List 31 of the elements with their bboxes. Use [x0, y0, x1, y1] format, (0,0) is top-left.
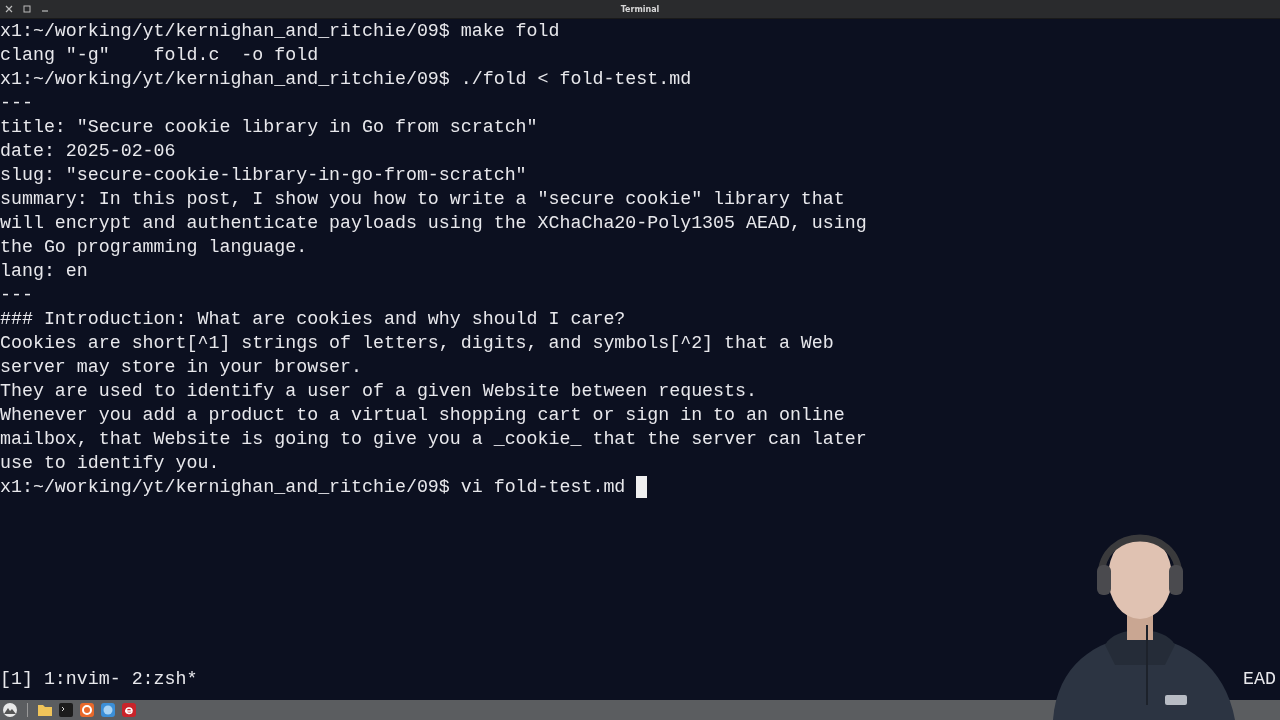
- terminal-line: lang: en: [0, 260, 88, 283]
- terminal-line: ---: [0, 92, 33, 115]
- window-title: Terminal: [619, 4, 661, 14]
- terminal-line: slug: "secure-cookie-library-in-go-from-scratch": [0, 164, 527, 187]
- terminal-icon[interactable]: [58, 702, 74, 718]
- close-icon[interactable]: [5, 5, 13, 13]
- terminal-line: title: "Secure cookie library in Go from scratch": [0, 116, 538, 139]
- terminal-line: x1:~/working/yt/kernighan_and_ritchie/09$ make fold: [0, 20, 560, 43]
- terminal-line: Whenever you add a product to a virtual shopping cart or sign in to an online: [0, 404, 845, 427]
- launcher-icon[interactable]: [2, 702, 18, 718]
- terminal-line: summary: In this post, I show you how to write a "secure cookie" library that: [0, 188, 845, 211]
- tmux-window-list: [1] 1:nvim- 2:zsh*: [0, 667, 198, 691]
- terminal-line: ---: [0, 284, 33, 307]
- terminal-line: Cookies are short[^1] strings of letters, digits, and symbols[^2] that a Web: [0, 332, 834, 355]
- status-text: EAD: [1243, 668, 1276, 691]
- terminal-line: date: 2025-02-06: [0, 140, 176, 163]
- terminal-line: They are used to identify a user of a given Website between requests.: [0, 380, 757, 403]
- terminal-line: x1:~/working/yt/kernighan_and_ritchie/09$ ./fold < fold-test.md: [0, 68, 692, 91]
- restore-icon[interactable]: [23, 5, 31, 13]
- command-line: x1:~/working/yt/kernighan_and_ritchie/09$ vi fold-test.md: [0, 476, 626, 499]
- folder-icon[interactable]: [37, 702, 53, 718]
- browser-icon[interactable]: [79, 702, 95, 718]
- editor-icon[interactable]: [121, 702, 137, 718]
- terminal-line: will encrypt and authenticate payloads using the XChaCha20-Poly1305 AEAD, using: [0, 212, 867, 235]
- terminal-line: mailbox, that Website is going to give you a _cookie_ that the server can later: [0, 428, 867, 451]
- terminal-line: use to identify you.: [0, 452, 220, 475]
- terminal-line: server may store in your browser.: [0, 356, 363, 379]
- terminal-line: the Go programming language.: [0, 236, 308, 259]
- terminal-line: ### Introduction: What are cookies and why should I care?: [0, 308, 626, 331]
- globe-icon[interactable]: [100, 702, 116, 718]
- terminal-line: clang "-g" fold.c -o fold: [0, 44, 319, 67]
